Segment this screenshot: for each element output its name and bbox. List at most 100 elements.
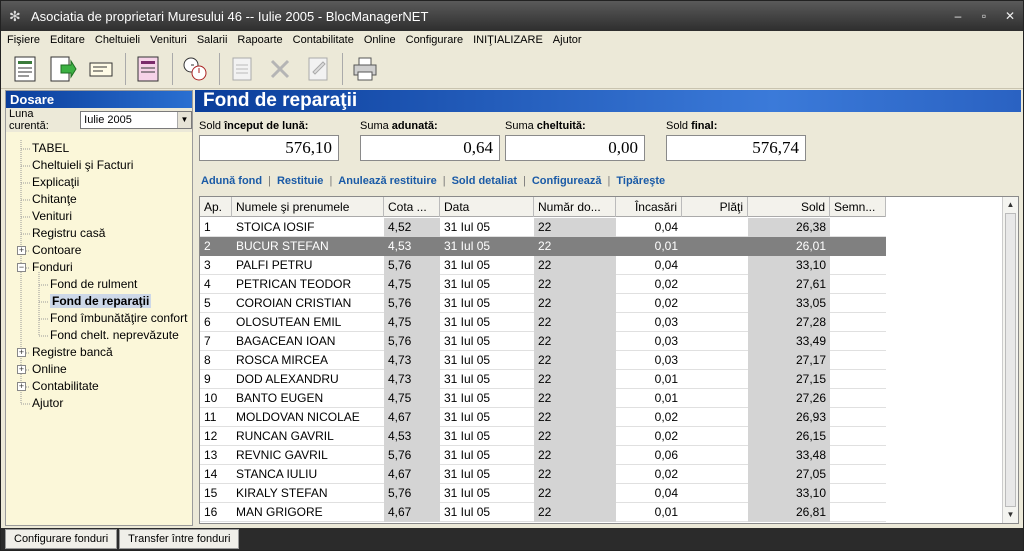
- tree-item[interactable]: + Online: [6, 361, 192, 378]
- table-row[interactable]: 9 DOD ALEXANDRU 4,73 31 Iul 05 22 0,01 27,15: [200, 370, 886, 389]
- ledger-icon-button[interactable]: [132, 53, 164, 85]
- tree-item[interactable]: Fond de reparaţii: [6, 293, 192, 310]
- table-row[interactable]: 1 STOICA IOSIF 4,52 31 Iul 05 22 0,04 26,38: [200, 218, 886, 237]
- tree-item[interactable]: − Fonduri: [6, 259, 192, 276]
- tree-item[interactable]: Fond de rulment: [6, 276, 192, 293]
- menu-item[interactable]: Contabilitate: [293, 34, 354, 46]
- menu-item[interactable]: Editare: [50, 34, 85, 46]
- document-icon-button[interactable]: [9, 53, 41, 85]
- link-separator: |: [522, 175, 526, 187]
- table-cell: 7: [204, 334, 211, 348]
- restore-button[interactable]: ▫: [971, 9, 997, 23]
- column-header[interactable]: Încasări: [616, 197, 682, 217]
- tree-item[interactable]: Chitanţe: [6, 191, 192, 208]
- scroll-thumb[interactable]: [1005, 213, 1016, 507]
- column-header[interactable]: Numele şi prenumele: [232, 197, 384, 217]
- tree-item[interactable]: + Contabilitate: [6, 378, 192, 395]
- menu-item[interactable]: INIŢIALIZARE: [473, 34, 543, 46]
- clocks-icon-button[interactable]: [179, 53, 211, 85]
- bottom-tab[interactable]: Transfer între fonduri: [119, 529, 240, 549]
- table-row[interactable]: 13 REVNIC GAVRIL 5,76 31 Iul 05 22 0,06 33,48: [200, 446, 886, 465]
- tree-item[interactable]: Fond îmbunătăţire confort: [6, 310, 192, 327]
- table-cell: 22: [534, 427, 616, 446]
- column-header[interactable]: Semn...: [830, 197, 886, 217]
- tree-item[interactable]: Cheltuieli şi Facturi: [6, 157, 192, 174]
- table-cell: 4,75: [384, 275, 440, 294]
- current-month-select[interactable]: Iulie 2005 ▼: [80, 111, 192, 129]
- menu-item[interactable]: Venituri: [150, 34, 187, 46]
- expand-icon[interactable]: +: [17, 348, 26, 357]
- table-cell: STANCA IULIU: [236, 467, 318, 481]
- card-icon-button[interactable]: [85, 53, 117, 85]
- table-row[interactable]: 12 RUNCAN GAVRIL 4,53 31 Iul 05 22 0,02 26,15: [200, 427, 886, 446]
- table-cell: [682, 237, 748, 256]
- edit-document-icon-button[interactable]: [302, 53, 334, 85]
- tree-item[interactable]: Explicaţii: [6, 174, 192, 191]
- table-row[interactable]: 2 BUCUR STEFAN 4,53 31 Iul 05 22 0,01 26,01: [200, 237, 886, 256]
- table-row[interactable]: 10 BANTO EUGEN 4,75 31 Iul 05 22 0,01 27,26: [200, 389, 886, 408]
- action-link[interactable]: Restituie: [277, 175, 323, 187]
- scroll-down-icon[interactable]: ▼: [1003, 507, 1018, 523]
- table-cell: 31 Iul 05: [444, 372, 491, 386]
- table-row[interactable]: 14 STANCA IULIU 4,67 31 Iul 05 22 0,02 27,05: [200, 465, 886, 484]
- printer-icon-button[interactable]: [349, 53, 381, 85]
- tree-item[interactable]: Fond chelt. neprevăzute: [6, 327, 192, 344]
- table-cell: 31 Iul 05: [444, 486, 491, 500]
- table-row[interactable]: 6 OLOSUTEAN EMIL 4,75 31 Iul 05 22 0,03 27,28: [200, 313, 886, 332]
- table-cell: 16: [204, 505, 218, 519]
- link-separator: |: [329, 175, 333, 187]
- menu-item[interactable]: Online: [364, 34, 396, 46]
- expand-icon[interactable]: +: [17, 246, 26, 255]
- action-link[interactable]: Anulează restituire: [338, 175, 436, 187]
- menu-item[interactable]: Cheltuieli: [95, 34, 140, 46]
- menu-item[interactable]: Salarii: [197, 34, 228, 46]
- minimize-button[interactable]: –: [945, 9, 971, 23]
- table-cell: 22: [534, 275, 616, 294]
- bottom-tab[interactable]: Configurare fonduri: [5, 529, 118, 549]
- tree-item[interactable]: Venituri: [6, 208, 192, 225]
- expand-icon[interactable]: +: [17, 382, 26, 391]
- menu-item[interactable]: Ajutor: [553, 34, 582, 46]
- action-link[interactable]: Adună fond: [201, 175, 262, 187]
- table-row[interactable]: 7 BAGACEAN IOAN 5,76 31 Iul 05 22 0,03 33,49: [200, 332, 886, 351]
- column-header[interactable]: Data: [440, 197, 534, 217]
- column-header[interactable]: Plăţi: [682, 197, 748, 217]
- menu-item[interactable]: Fişiere: [7, 34, 40, 46]
- table-row[interactable]: 8 ROSCA MIRCEA 4,73 31 Iul 05 22 0,03 27,17: [200, 351, 886, 370]
- column-header[interactable]: Ap.: [200, 197, 232, 217]
- delete-x-icon-button[interactable]: [264, 53, 296, 85]
- tree-item-label: Venituri: [32, 209, 73, 223]
- expand-icon[interactable]: +: [17, 365, 26, 374]
- menu-item[interactable]: Configurare: [406, 34, 463, 46]
- chevron-down-icon[interactable]: ▼: [177, 112, 191, 128]
- menu-item[interactable]: Rapoarte: [237, 34, 282, 46]
- action-link[interactable]: Sold detaliat: [452, 175, 517, 187]
- table-cell: 9: [204, 372, 211, 386]
- tree-item-label: Fond chelt. neprevăzute: [50, 328, 179, 342]
- table-row[interactable]: 16 MAN GRIGORE 4,67 31 Iul 05 22 0,01 26,81: [200, 503, 886, 522]
- tree-item[interactable]: + Registre bancă: [6, 344, 192, 361]
- collapse-icon[interactable]: −: [17, 263, 26, 272]
- action-link[interactable]: Tipăreşte: [616, 175, 665, 187]
- scroll-up-icon[interactable]: ▲: [1003, 197, 1018, 213]
- tree-item[interactable]: Registru casă: [6, 225, 192, 242]
- tree-item[interactable]: TABEL: [6, 140, 192, 157]
- column-header[interactable]: Sold: [748, 197, 830, 217]
- table-row[interactable]: 4 PETRICAN TEODOR 4,75 31 Iul 05 22 0,02 27,61: [200, 275, 886, 294]
- tree-item-label: Online: [32, 362, 67, 376]
- table-cell: [830, 313, 886, 332]
- new-document-icon-button[interactable]: [226, 53, 258, 85]
- tree-item[interactable]: Ajutor: [6, 395, 192, 412]
- tree-item-label: Fond de reparaţii: [50, 294, 152, 308]
- column-header[interactable]: Cota ...: [384, 197, 440, 217]
- close-button[interactable]: ✕: [997, 9, 1023, 23]
- table-row[interactable]: 5 COROIAN CRISTIAN 5,76 31 Iul 05 22 0,02 33,0…: [200, 294, 886, 313]
- vertical-scrollbar[interactable]: ▲ ▼: [1002, 197, 1018, 523]
- table-row[interactable]: 11 MOLDOVAN NICOLAE 4,67 31 Iul 05 22 0,02 26,…: [200, 408, 886, 427]
- action-link[interactable]: Configurează: [532, 175, 602, 187]
- table-row[interactable]: 15 KIRALY STEFAN 5,76 31 Iul 05 22 0,04 33,10: [200, 484, 886, 503]
- tree-item[interactable]: + Contoare: [6, 242, 192, 259]
- column-header[interactable]: Număr do...: [534, 197, 616, 217]
- table-row[interactable]: 3 PALFI PETRU 5,76 31 Iul 05 22 0,04 33,10: [200, 256, 886, 275]
- export-arrow-icon-button[interactable]: [47, 53, 79, 85]
